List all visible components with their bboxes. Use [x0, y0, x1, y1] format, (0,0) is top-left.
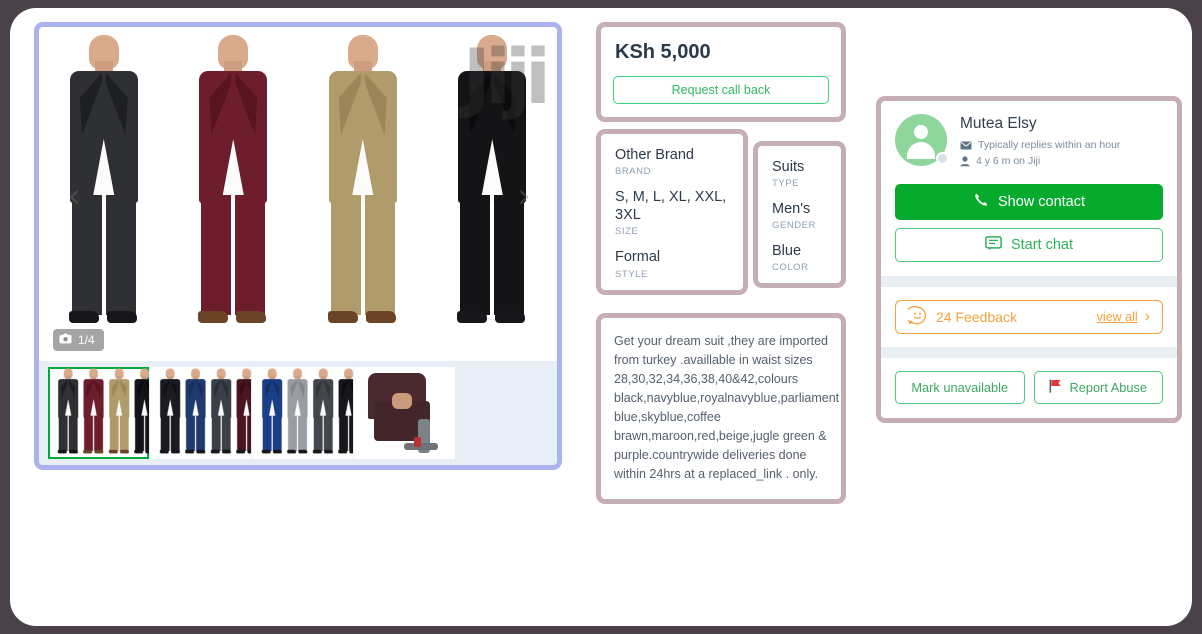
attr-type-value: Suits — [772, 159, 805, 175]
feedback-button[interactable]: 24 Feedback view all › — [895, 300, 1163, 334]
divider-bottom — [881, 347, 1177, 358]
prev-image-arrow[interactable]: ‹ — [59, 177, 89, 215]
photo-counter-label: 1/4 — [78, 333, 95, 347]
seller-card: Mutea Elsy Typically replies within an h… — [876, 96, 1182, 423]
start-chat-label: Start chat — [1010, 237, 1074, 253]
phone-icon — [973, 192, 989, 212]
feedback-count-label: 24 Feedback — [936, 309, 1017, 325]
avatar[interactable] — [895, 114, 949, 166]
chevron-right-icon: › — [1144, 308, 1150, 325]
view-all-link[interactable]: view all — [1097, 310, 1138, 324]
divider-top — [881, 276, 1177, 287]
thumbnail-1[interactable] — [48, 367, 149, 459]
start-chat-button[interactable]: Start chat — [895, 228, 1163, 262]
show-contact-button[interactable]: Show contact — [895, 184, 1163, 220]
show-contact-label: Show contact — [997, 194, 1086, 210]
seller-reply-time-label: Typically replies within an hour — [978, 139, 1121, 151]
thumbnail-strip — [39, 361, 557, 465]
seller-top-section: Mutea Elsy Typically replies within an h… — [881, 101, 1177, 276]
chat-bubble-icon — [985, 235, 1002, 255]
thumbnail-4[interactable] — [354, 367, 455, 459]
attr-gender-value: Men's — [772, 201, 811, 218]
attr-size-value: S, M, L, XL, XXL, 3XL — [615, 189, 727, 224]
report-abuse-label: Report Abuse — [1069, 380, 1148, 395]
thumbnail-3[interactable] — [252, 367, 353, 459]
request-call-back-button[interactable]: Request call back — [613, 76, 829, 104]
attr-size-label: SIZE — [615, 226, 639, 238]
main-photo[interactable]: Jiji ‹ › 1/4 — [39, 27, 557, 363]
description-text: Get your dream suit ,they are imported f… — [614, 334, 843, 481]
jiji-watermark: Jiji — [462, 32, 551, 121]
price-card: KSh 5,000 Request call back — [596, 22, 846, 122]
attr-type-label: TYPE — [772, 178, 800, 190]
seller-tenure-label: 4 y 6 m on Jiji — [976, 155, 1041, 167]
image-gallery: Jiji ‹ › 1/4 — [34, 22, 562, 470]
attr-color-value: Blue — [772, 243, 802, 260]
camera-icon — [59, 333, 72, 347]
feedback-section: 24 Feedback view all › — [881, 287, 1177, 347]
report-abuse-button[interactable]: Report Abuse — [1033, 371, 1163, 404]
attr-color-label: COLOR — [772, 262, 809, 274]
seller-reply-time: Typically replies within an hour — [960, 139, 1163, 151]
listing-page: Jiji ‹ › 1/4 KSh 5,000 Request call back… — [10, 8, 1192, 626]
attr-brand-value: Other Brand — [615, 147, 694, 163]
attributes-card-primary: Other Brand BRAND S, M, L, XL, XXL, 3XL … — [596, 129, 748, 295]
suit-figure-tan — [309, 35, 417, 345]
attr-style-value: Formal — [615, 249, 661, 266]
attributes-card-secondary: Suits TYPE Men's GENDER Blue COLOR — [753, 141, 846, 289]
next-image-arrow[interactable]: › — [509, 177, 539, 215]
attr-brand-label: BRAND — [615, 166, 652, 178]
attr-gender-label: GENDER — [772, 220, 816, 232]
seller-tenure: 4 y 6 m on Jiji — [960, 155, 1163, 167]
mark-unavailable-button[interactable]: Mark unavailable — [895, 371, 1025, 404]
mark-unavailable-label: Mark unavailable — [911, 380, 1009, 395]
smiley-icon — [905, 305, 927, 328]
person-icon — [960, 155, 970, 167]
description-card: Get your dream suit ,they are imported f… — [596, 313, 846, 504]
seller-name: Mutea Elsy — [960, 115, 1037, 132]
details-column: KSh 5,000 Request call back Other Brand … — [596, 22, 846, 504]
suit-figure-maroon — [179, 35, 287, 345]
attributes-section: Other Brand BRAND S, M, L, XL, XXL, 3XL … — [596, 129, 846, 295]
attr-style-label: STYLE — [615, 268, 648, 280]
seller-identity: Mutea Elsy Typically replies within an h… — [895, 114, 1163, 171]
price-amount: KSh 5,000 — [615, 41, 711, 63]
flag-icon — [1049, 379, 1062, 396]
envelope-icon — [960, 141, 972, 150]
seller-actions: Mark unavailable Report Abuse — [881, 358, 1177, 418]
photo-counter: 1/4 — [53, 329, 104, 351]
thumbnail-2[interactable] — [150, 367, 251, 459]
